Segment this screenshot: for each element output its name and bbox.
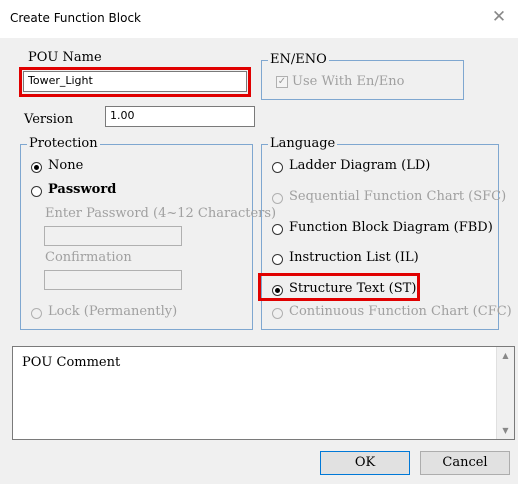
pou-name-highlight: [19, 67, 251, 97]
language-il-radio[interactable]: [272, 254, 283, 265]
use-en-eno-checkbox[interactable]: ✓: [276, 76, 288, 88]
scroll-up-arrow-icon[interactable]: ▲: [497, 347, 514, 364]
enter-password-label: Enter Password (4~12 Characters): [45, 206, 277, 221]
pou-comment-label: POU Comment: [22, 355, 121, 370]
language-fbd-label: Function Block Diagram (FBD): [289, 220, 493, 235]
confirmation-label: Confirmation: [45, 250, 132, 265]
confirmation-input[interactable]: [44, 270, 182, 290]
language-il-label: Instruction List (IL): [289, 250, 419, 265]
scroll-down-arrow-icon[interactable]: ▼: [497, 422, 514, 439]
protection-password-radio[interactable]: [31, 186, 42, 197]
language-fbd-radio[interactable]: [272, 224, 283, 235]
en-eno-group-label: EN/ENO: [268, 52, 329, 67]
title-bar: Create Function Block ✕: [0, 0, 518, 38]
protection-group-label: Protection: [27, 136, 100, 151]
language-group-label: Language: [268, 136, 338, 151]
ok-button[interactable]: OK: [320, 451, 410, 475]
password-input[interactable]: [44, 226, 182, 246]
protection-none-radio[interactable]: [31, 162, 42, 173]
pou-comment-textarea[interactable]: POU Comment ▲ ▼: [12, 346, 515, 440]
create-function-block-dialog: Create Function Block ✕ POU Name Tower_L…: [0, 0, 518, 484]
dialog-title: Create Function Block: [10, 11, 141, 25]
version-input[interactable]: 1.00: [105, 106, 255, 127]
language-sfc-label: Sequential Function Chart (SFC): [289, 189, 507, 204]
use-en-eno-label: Use With En/Eno: [292, 74, 405, 89]
language-ld-label: Ladder Diagram (LD): [289, 158, 431, 173]
protection-lock-label: Lock (Permanently): [48, 304, 178, 319]
language-ld-radio[interactable]: [272, 162, 283, 173]
close-icon[interactable]: ✕: [488, 6, 510, 28]
protection-none-label: None: [48, 158, 84, 173]
language-sfc-radio[interactable]: [272, 193, 283, 204]
language-cfc-label: Continuous Function Chart (CFC): [289, 304, 512, 319]
version-label: Version: [24, 112, 74, 127]
protection-lock-radio[interactable]: [31, 308, 42, 319]
protection-password-label: Password: [48, 182, 117, 197]
structure-text-highlight: [258, 273, 420, 301]
pou-name-label: POU Name: [28, 50, 102, 65]
comment-scrollbar[interactable]: ▲ ▼: [496, 347, 514, 439]
language-cfc-radio[interactable]: [272, 308, 283, 319]
cancel-button[interactable]: Cancel: [420, 451, 510, 475]
